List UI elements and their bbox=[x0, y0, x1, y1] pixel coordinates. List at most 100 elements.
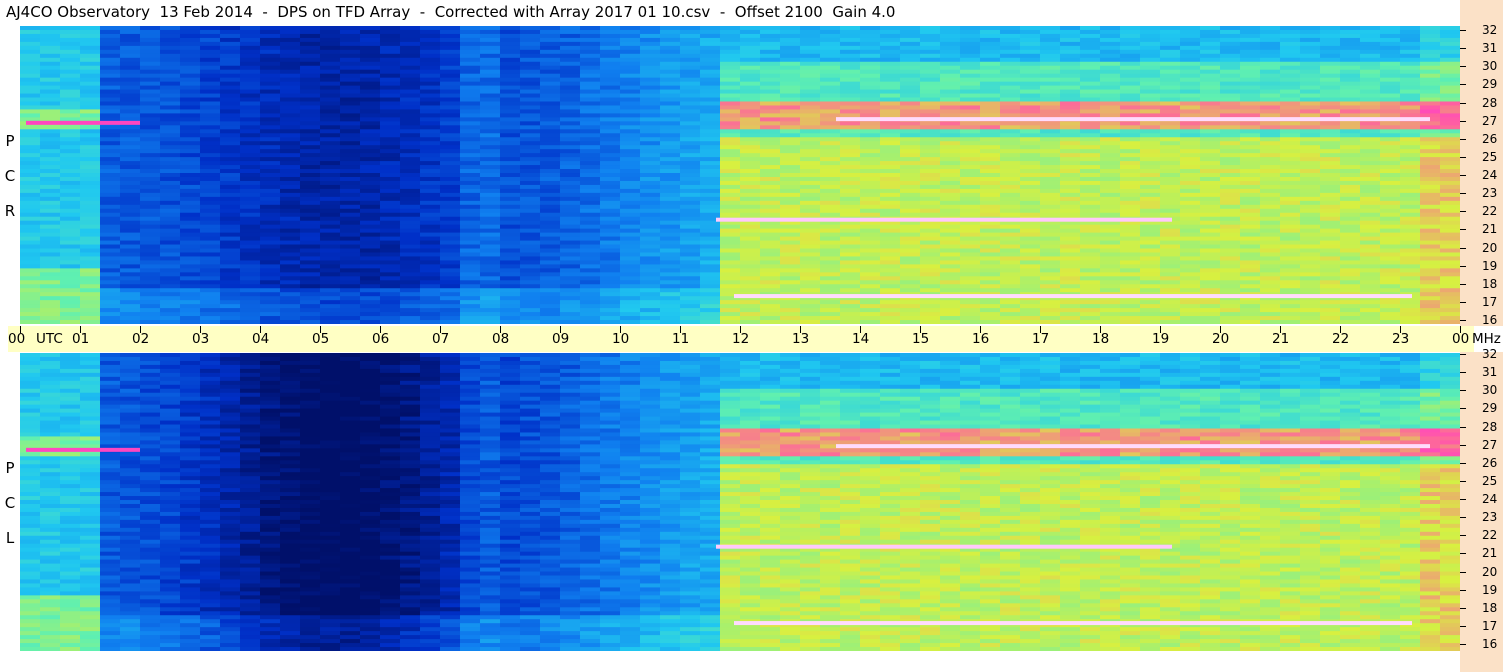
heatmap-cell bbox=[540, 53, 561, 59]
heatmap-cell bbox=[420, 212, 441, 218]
heatmap-cell bbox=[100, 26, 121, 31]
heatmap-cell bbox=[1120, 316, 1141, 321]
heatmap-cell bbox=[860, 141, 881, 146]
heatmap-cell bbox=[460, 176, 481, 182]
heatmap-cell bbox=[360, 121, 381, 126]
heatmap-cell bbox=[480, 69, 501, 75]
heatmap-cell bbox=[160, 33, 181, 39]
heatmap-cell bbox=[1020, 252, 1041, 258]
heatmap-cell bbox=[1320, 153, 1341, 158]
heatmap-cell bbox=[140, 256, 161, 262]
heatmap-cell bbox=[360, 200, 381, 206]
heatmap-cell bbox=[840, 73, 861, 79]
heatmap-cell bbox=[520, 180, 541, 186]
heatmap-cell bbox=[540, 236, 561, 242]
heatmap-cell bbox=[1040, 61, 1061, 67]
heatmap-cell bbox=[880, 121, 901, 126]
heatmap-cell bbox=[640, 133, 661, 138]
heatmap-cell bbox=[580, 165, 601, 170]
heatmap-cell bbox=[1180, 41, 1201, 47]
heatmap-cell bbox=[600, 192, 621, 198]
heatmap-cell bbox=[600, 316, 621, 321]
heatmap-cell bbox=[160, 81, 181, 87]
heatmap-cell bbox=[200, 280, 221, 285]
heatmap-cell bbox=[500, 288, 521, 293]
heatmap-cell bbox=[120, 89, 141, 95]
heatmap-cell bbox=[840, 288, 861, 293]
heatmap-cell bbox=[1300, 85, 1321, 91]
heatmap-cell bbox=[1260, 284, 1281, 289]
heatmap-cell bbox=[20, 153, 41, 158]
heatmap-cell bbox=[1000, 41, 1021, 47]
heatmap-cell bbox=[280, 69, 301, 75]
heatmap-cell bbox=[620, 204, 641, 210]
heatmap-cell bbox=[620, 65, 641, 71]
heatmap-cell bbox=[240, 276, 261, 281]
heatmap-cell bbox=[740, 153, 761, 158]
heatmap-cell bbox=[600, 264, 621, 269]
heatmap-cell bbox=[460, 184, 481, 190]
heatmap-cell bbox=[920, 272, 941, 277]
heatmap-cell bbox=[520, 304, 541, 309]
heatmap-cell bbox=[1220, 173, 1241, 178]
heatmap-cell bbox=[260, 188, 281, 194]
heatmap-cell bbox=[660, 316, 681, 321]
heatmap-cell bbox=[1040, 105, 1061, 111]
heatmap-cell bbox=[60, 180, 81, 186]
heatmap-cell bbox=[280, 308, 301, 313]
heatmap-cell bbox=[980, 180, 1001, 186]
heatmap-cell bbox=[900, 57, 921, 63]
heatmap-cell bbox=[1320, 216, 1341, 222]
heatmap-cell bbox=[680, 264, 701, 269]
heatmap-cell bbox=[1060, 53, 1081, 59]
heatmap-cell bbox=[600, 216, 621, 222]
heatmap-cell bbox=[180, 188, 201, 194]
heatmap-cell bbox=[1300, 141, 1321, 146]
heatmap-cell bbox=[1320, 228, 1341, 234]
heatmap-cell bbox=[40, 53, 61, 59]
heatmap-cell bbox=[1260, 81, 1281, 87]
heatmap-cell bbox=[240, 129, 261, 134]
heatmap-cell bbox=[160, 109, 181, 115]
heatmap-cell bbox=[200, 141, 221, 146]
heatmap-cell bbox=[160, 256, 181, 262]
heatmap-cell bbox=[1020, 264, 1041, 269]
heatmap-cell bbox=[940, 73, 961, 79]
heatmap-cell bbox=[260, 93, 281, 99]
heatmap-cell bbox=[1140, 256, 1161, 262]
heatmap-cell bbox=[560, 97, 581, 103]
heatmap-cell bbox=[880, 65, 901, 71]
heatmap-cell bbox=[1080, 49, 1101, 55]
heatmap-cell bbox=[800, 169, 821, 174]
heatmap-cell bbox=[100, 141, 121, 146]
heatmap-cell bbox=[1040, 149, 1061, 154]
heatmap-cell bbox=[220, 125, 241, 130]
heatmap-cell bbox=[840, 49, 861, 55]
heatmap-cell bbox=[980, 141, 1001, 146]
heatmap-cell bbox=[1340, 188, 1361, 194]
heatmap-cell bbox=[500, 260, 521, 265]
heatmap-cell bbox=[320, 141, 341, 146]
heatmap-cell bbox=[380, 29, 401, 35]
heatmap-cell bbox=[140, 304, 161, 309]
heatmap-cell bbox=[820, 260, 841, 265]
heatmap-cell bbox=[460, 89, 481, 95]
heatmap-cell bbox=[700, 161, 721, 166]
heatmap-cell bbox=[540, 169, 561, 174]
heatmap-cell bbox=[140, 145, 161, 150]
heatmap-cell bbox=[1320, 125, 1341, 130]
heatmap-cell bbox=[1140, 165, 1161, 170]
heatmap-cell bbox=[400, 89, 421, 95]
heatmap-cell bbox=[760, 85, 781, 91]
heatmap-cell bbox=[440, 53, 461, 59]
heatmap-cell bbox=[1280, 77, 1301, 83]
heatmap-cell bbox=[680, 105, 701, 111]
heatmap-cell bbox=[880, 153, 901, 158]
heatmap-cell bbox=[1280, 85, 1301, 91]
heatmap-cell bbox=[380, 204, 401, 210]
heatmap-cell bbox=[820, 316, 841, 321]
heatmap-cell bbox=[300, 312, 321, 317]
heatmap-cell bbox=[660, 165, 681, 170]
heatmap-cell bbox=[160, 61, 181, 67]
heatmap-cell bbox=[940, 264, 961, 269]
